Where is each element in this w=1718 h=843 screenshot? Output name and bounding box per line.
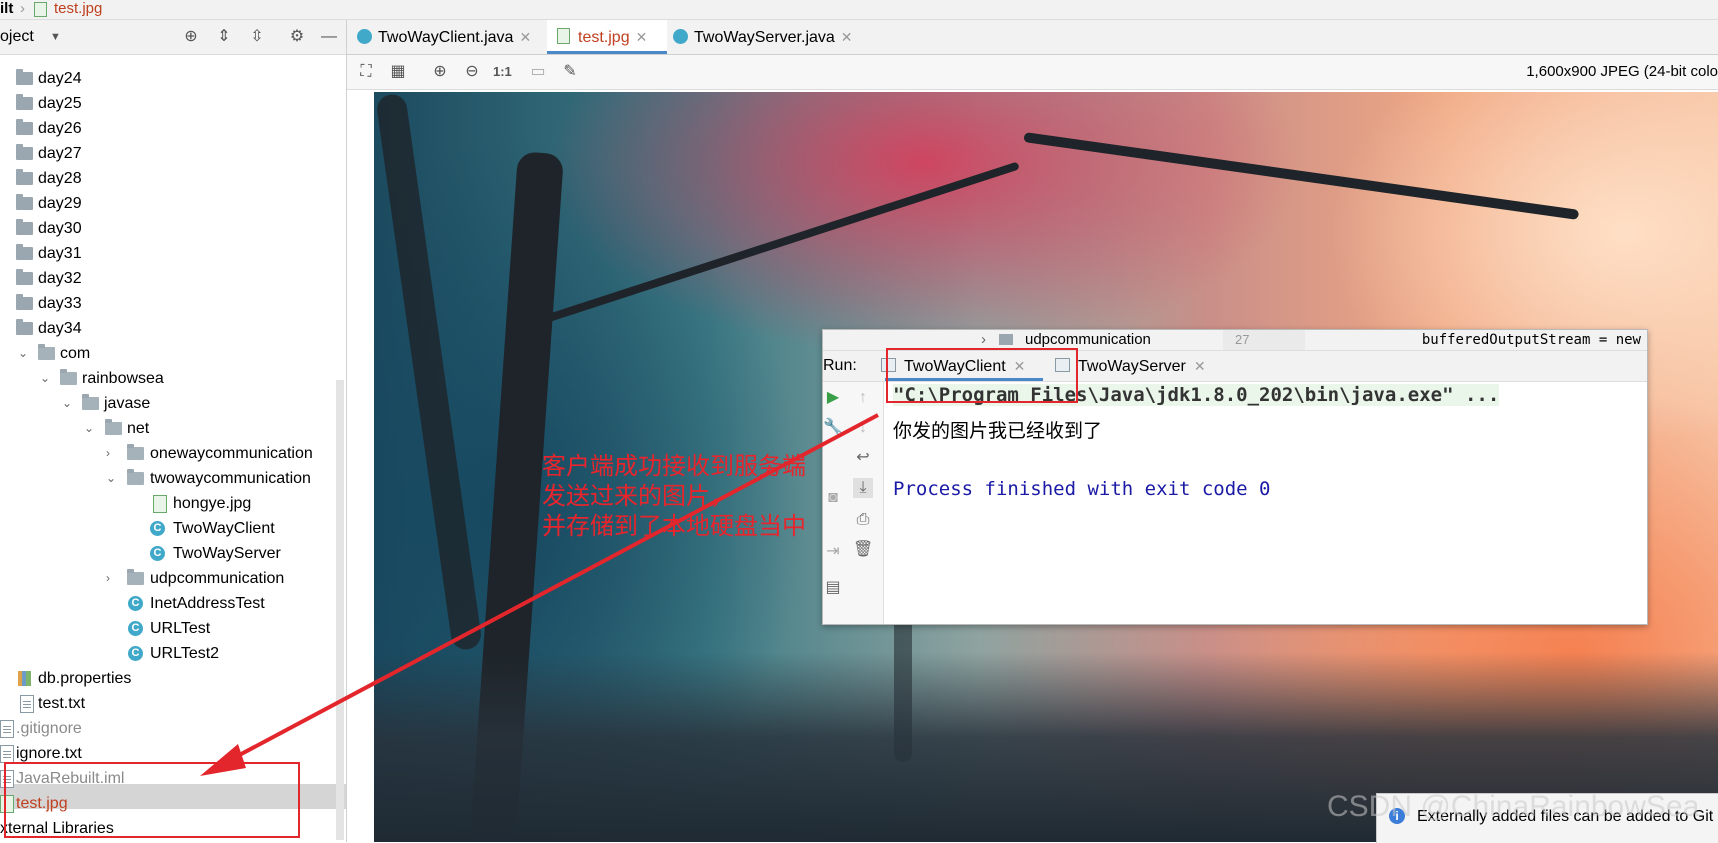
annotation-arrow <box>200 413 879 776</box>
watermark: CSDN @ChinaRainbowSea <box>1327 790 1700 823</box>
